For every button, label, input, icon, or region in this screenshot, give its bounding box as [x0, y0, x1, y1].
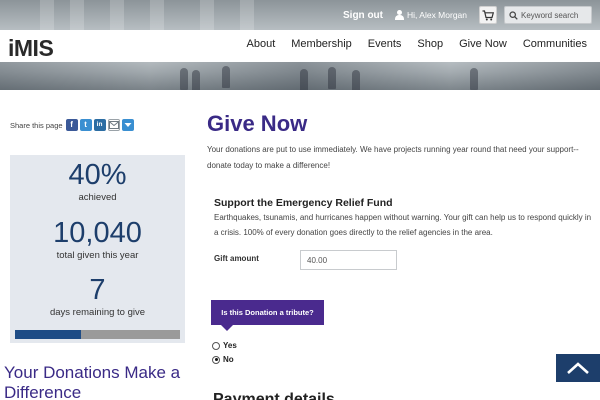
cart-button[interactable]	[479, 6, 497, 24]
donations-heading: Your Donations Make a Difference	[4, 363, 181, 400]
nav-about[interactable]: About	[247, 38, 276, 50]
fund-description: Earthquakes, tsunamis, and hurricanes ha…	[214, 213, 592, 237]
gift-amount-field[interactable]	[300, 250, 397, 270]
imis-logo[interactable]: iMIS	[8, 35, 54, 62]
radio-yes-label: Yes	[223, 341, 237, 350]
main-nav: About Membership Events Shop Give Now Co…	[231, 38, 588, 50]
twitter-icon[interactable]: t	[79, 119, 92, 131]
linkedin-icon[interactable]: in	[93, 119, 106, 131]
back-to-top-button[interactable]	[556, 354, 600, 382]
goal-progress-bar	[15, 330, 180, 339]
days-remaining-value: 7	[89, 274, 106, 306]
goal-progress-fill	[15, 330, 81, 339]
sign-out-link[interactable]: Sign out	[343, 10, 383, 21]
percent-achieved-label: achieved	[78, 192, 117, 203]
tribute-question-callout: Is this Donation a tribute?	[211, 300, 324, 331]
main-navbar: iMIS About Membership Events Shop Give N…	[0, 30, 600, 62]
share-bar: Share this page f t in	[10, 119, 136, 131]
tribute-option-yes[interactable]: Yes	[212, 341, 237, 350]
chevron-up-icon	[567, 362, 589, 374]
radio-no-label: No	[223, 355, 234, 364]
user-icon	[395, 10, 404, 20]
user-account[interactable]: Hi, Alex Morgan	[395, 10, 467, 20]
gift-amount-label: Gift amount	[214, 254, 259, 263]
utility-bar: Sign out Hi, Alex Morgan	[343, 5, 592, 25]
total-given-label: total given this year	[56, 250, 139, 261]
page-title: Give Now	[207, 111, 308, 136]
radio-yes[interactable]	[212, 341, 220, 350]
total-given-value: 10,040	[53, 217, 142, 249]
percent-achieved-value: 40%	[68, 159, 127, 191]
nav-shop[interactable]: Shop	[417, 38, 443, 50]
search-box[interactable]	[504, 6, 592, 24]
share-label: Share this page	[10, 120, 63, 130]
radio-no[interactable]	[212, 355, 220, 364]
nav-give-now[interactable]: Give Now	[459, 38, 507, 50]
facebook-icon[interactable]: f	[65, 119, 78, 131]
giving-stats-panel: 40% achieved 10,040 total given this yea…	[10, 155, 185, 343]
user-greeting: Hi, Alex Morgan	[407, 10, 467, 20]
intro-text: Your donations are put to use immediatel…	[207, 145, 579, 170]
more-icon[interactable]	[121, 119, 134, 131]
payment-details-heading: Payment details	[213, 391, 335, 400]
search-icon	[509, 10, 518, 20]
days-remaining-label: days remaining to give	[49, 307, 146, 318]
search-input[interactable]	[521, 10, 589, 20]
fund-title: Support the Emergency Relief Fund	[214, 197, 393, 209]
email-icon[interactable]	[107, 119, 120, 131]
tribute-option-no[interactable]: No	[212, 355, 234, 364]
nav-events[interactable]: Events	[368, 38, 402, 50]
cart-icon	[482, 9, 494, 20]
nav-membership[interactable]: Membership	[291, 38, 352, 50]
nav-communities[interactable]: Communities	[523, 38, 587, 50]
